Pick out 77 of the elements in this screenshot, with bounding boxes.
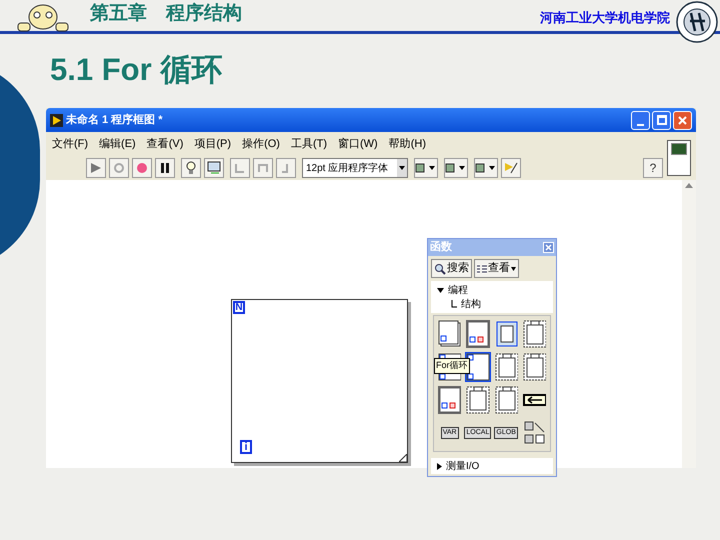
slide-title: 5.1 For 循环 [50,51,222,89]
abort-icon [136,162,148,174]
align-objects-icon [415,162,437,174]
tooltip: For循环 [434,358,470,374]
close-button[interactable] [543,242,554,253]
tree-item[interactable]: 测量I/O [431,459,553,473]
menu-item[interactable]: 帮助(H) [388,136,426,152]
lightbulb-icon [185,161,197,175]
minimize-button[interactable] [631,110,650,130]
close-icon [545,244,552,251]
stacked-frames-icon[interactable] [437,319,462,349]
distribute-objects-icon [445,162,467,174]
step-out-button[interactable] [276,158,296,178]
clean-up-button[interactable] [501,158,521,178]
window-title: 未命名 1 程序框图 * [66,112,163,128]
caret-icon [511,266,516,270]
cartoon-face-icon [16,3,70,33]
view-button[interactable]: 查看 [474,259,519,278]
tree-item[interactable]: 编程 [431,283,553,297]
pause-icon [159,162,171,174]
menu-item[interactable]: 操作(O) [242,136,280,152]
run-arrow-button[interactable] [86,158,106,178]
case-frame-icon[interactable] [437,385,462,415]
run-arrow-icon [90,162,102,174]
pause-button[interactable] [155,158,175,178]
align-objects-button[interactable] [414,158,438,178]
maximize-button[interactable] [652,110,671,130]
search-button[interactable]: 搜索 [431,259,472,278]
collapse-arrow-icon [437,462,442,470]
menu-item[interactable]: 文件(F) [52,136,88,152]
run-continuously-button[interactable] [109,158,129,178]
case-frame-icon[interactable] [465,319,490,349]
distribute-objects-button[interactable] [444,158,468,178]
film-frame-icon[interactable] [465,385,490,415]
menu-item[interactable]: 工具(T) [290,136,327,152]
run-continuously-icon [113,162,125,174]
search-icon [434,262,446,274]
lightbulb-button[interactable] [181,158,201,178]
font-dropdown[interactable]: 12pt 应用程序字体 [302,158,408,178]
university-logo-icon [676,1,718,43]
reorder-button[interactable] [474,158,498,178]
menu-item[interactable]: 编辑(E) [99,136,136,152]
count-terminal[interactable]: N [233,301,245,314]
probe-button[interactable] [204,158,224,178]
menu-item[interactable]: 查看(V) [146,136,184,152]
clean-up-icon [503,161,519,175]
scrollbar[interactable] [682,180,696,468]
film-frame-icon[interactable] [522,319,547,349]
scroll-up-icon [685,183,693,188]
menu-item[interactable]: 窗口(W) [338,136,378,152]
film-frame-icon[interactable] [494,352,519,382]
help-button[interactable]: ? [643,158,663,178]
minimize-icon [637,124,644,126]
iteration-terminal[interactable]: i [240,440,252,454]
event-frame-icon[interactable] [494,319,519,349]
probe-icon [207,161,221,175]
maximize-icon [656,115,666,125]
step-into-icon [234,162,246,174]
school-name: 河南工业大学机电学院 [540,8,670,26]
expand-arrow-icon [437,288,444,292]
vi-icon [667,140,691,176]
tree-branch-icon [451,300,457,308]
reorder-icon [475,162,497,174]
chapter-heading: 第五章 程序结构 [90,2,242,26]
caret-icon [399,166,405,170]
list-icon [477,264,487,274]
menu-item[interactable]: 项目(P) [194,136,232,152]
close-icon [678,116,687,124]
step-over-button[interactable] [253,158,273,178]
tree-item[interactable]: 结构 [431,297,553,311]
palette-title: 函数 [430,240,453,256]
block-diagram-icon [50,114,63,126]
film-frame-icon[interactable] [494,385,519,415]
film-frame-icon[interactable] [522,352,547,382]
step-over-icon [257,162,269,174]
step-into-button[interactable] [230,158,250,178]
close-button[interactable] [673,110,692,130]
